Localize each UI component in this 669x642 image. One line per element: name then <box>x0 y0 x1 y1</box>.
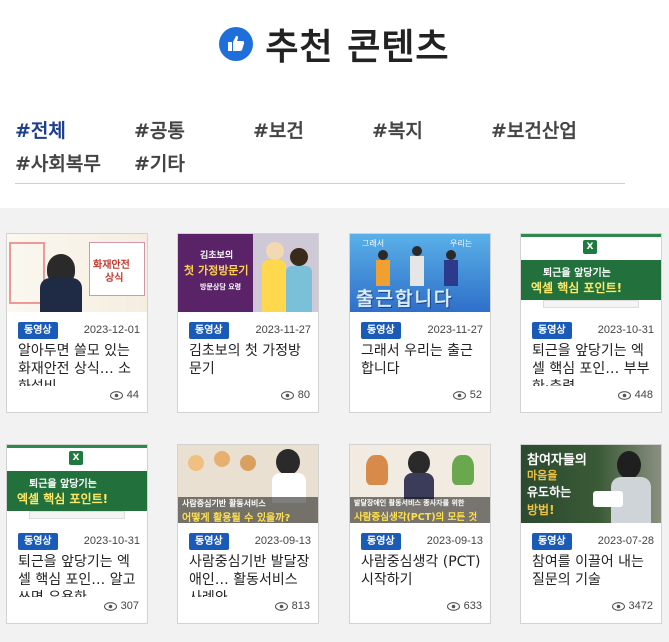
content-card[interactable]: 참여자들의 마음을 유도하는 방법! 동영상 2023-07-28 참여를 이끌… <box>520 444 662 624</box>
post-date: 2023-09-13 <box>426 535 483 547</box>
post-date: 2023-10-31 <box>83 535 140 547</box>
card-title: 김초보의 첫 가정방문기 <box>189 343 301 377</box>
content-type-badge: 동영상 <box>532 533 572 550</box>
card-title: 사람중심생각 (PCT) 시작하기 <box>361 554 481 588</box>
post-date: 2023-10-31 <box>597 324 654 336</box>
title-row: 추천 콘텐츠 <box>0 18 669 70</box>
video-thumbnail: 사람중심기반 활동서비스 어떻게 활용될 수 있을까? <box>178 445 318 523</box>
eye-icon <box>446 601 460 611</box>
post-date: 2023-11-27 <box>255 324 311 336</box>
view-count: 3472 <box>611 600 653 612</box>
video-thumbnail: 참여자들의 마음을 유도하는 방법! <box>521 445 661 523</box>
content-type-badge: 동영상 <box>18 533 58 550</box>
card-title: 알아두면 쓸모 있는 화재안전 상식… 소화설비 <box>18 343 132 386</box>
view-count: 52 <box>452 389 482 401</box>
content-card[interactable]: X 퇴근을 앞당기는 엑셀 핵심 포인트! 동영상 2023-10-31 퇴근을… <box>520 233 662 413</box>
video-thumbnail: 발달장애인 활동서비스 종사자를 위한 사람중심생각(PCT)의 모든 것 <box>350 445 490 523</box>
content-type-badge: 동영상 <box>361 533 401 550</box>
header-section: 추천 콘텐츠 #전체 #공통 #보건 #복지 #보건산업 #사회복무 #기타 <box>0 0 669 208</box>
view-count-value: 3472 <box>628 600 653 612</box>
thumbs-up-icon <box>219 27 254 61</box>
content-card[interactable]: 발달장애인 활동서비스 종사자를 위한 사람중심생각(PCT)의 모든 것 동영… <box>349 444 491 624</box>
content-card[interactable]: 사람중심기반 활동서비스 어떻게 활용될 수 있을까? 동영상 2023-09-… <box>177 444 319 624</box>
view-count: 633 <box>446 600 482 612</box>
divider <box>15 183 625 184</box>
video-thumbnail: X 퇴근을 앞당기는 엑셀 핵심 포인트! <box>7 445 147 523</box>
card-title: 퇴근을 앞당기는 엑셀 핵심 포인… 부부한·측렴 <box>532 343 650 386</box>
video-thumbnail: 김초보의 첫 가정방문기 방문상담 요령 <box>178 234 318 312</box>
content-card[interactable]: X 퇴근을 앞당기는 엑셀 핵심 포인트! 동영상 2023-10-31 퇴근을… <box>6 444 148 624</box>
view-count: 307 <box>103 600 139 612</box>
eye-icon <box>103 601 117 611</box>
view-count-value: 44 <box>126 389 139 401</box>
eye-icon <box>611 601 625 611</box>
content-type-badge: 동영상 <box>189 533 229 550</box>
view-count-value: 633 <box>463 600 482 612</box>
view-count-value: 80 <box>297 389 310 401</box>
eye-icon <box>274 601 288 611</box>
content-card[interactable]: 김초보의 첫 가정방문기 방문상담 요령 동영상 2023-11-27 김초보의… <box>177 233 319 413</box>
tag-all[interactable]: #전체 <box>15 116 66 143</box>
post-date: 2023-11-27 <box>427 324 483 336</box>
post-date: 2023-07-28 <box>597 535 654 547</box>
view-count-value: 813 <box>291 600 310 612</box>
eye-icon <box>452 390 466 400</box>
view-count: 44 <box>109 389 139 401</box>
card-title: 사람중심기반 발달장애인… 활동서비스 사례와 <box>189 554 310 597</box>
view-count: 448 <box>617 389 653 401</box>
card-title: 그래서 우리는 출근합니다 <box>361 343 473 377</box>
page-title: 추천 콘텐츠 <box>265 27 450 68</box>
view-count: 80 <box>280 389 310 401</box>
tag-social-service[interactable]: #사회복무 <box>15 149 101 176</box>
content-type-badge: 동영상 <box>532 322 572 339</box>
content-card[interactable]: 그래서 우리는 출근합니다 동영상 2023-11-27 그래서 우리는 출근합… <box>349 233 491 413</box>
content-type-badge: 동영상 <box>361 322 401 339</box>
eye-icon <box>617 390 631 400</box>
view-count-value: 448 <box>634 389 653 401</box>
content-type-badge: 동영상 <box>189 322 229 339</box>
card-title: 참여를 이끌어 내는 질문의 기술 <box>532 554 644 588</box>
card-title: 퇴근을 앞당기는 엑셀 핵심 포인… 알고 쓰면 유용한 <box>18 554 136 597</box>
tag-etc[interactable]: #기타 <box>134 149 185 176</box>
tag-health[interactable]: #보건 <box>253 116 304 143</box>
post-date: 2023-09-13 <box>254 535 311 547</box>
tag-health-industry[interactable]: #보건산업 <box>491 116 577 143</box>
tag-welfare[interactable]: #복지 <box>372 116 423 143</box>
view-count-value: 52 <box>469 389 482 401</box>
view-count-value: 307 <box>120 600 139 612</box>
content-type-badge: 동영상 <box>18 322 58 339</box>
tag-common[interactable]: #공통 <box>134 116 185 143</box>
eye-icon <box>280 390 294 400</box>
post-date: 2023-12-01 <box>83 324 140 336</box>
content-card[interactable]: 화재안전 상식 동영상 2023-12-01 알아두면 쓸모 있는 화재안전 상… <box>6 233 148 413</box>
view-count: 813 <box>274 600 310 612</box>
eye-icon <box>109 390 123 400</box>
video-thumbnail: X 퇴근을 앞당기는 엑셀 핵심 포인트! <box>521 234 661 312</box>
video-thumbnail: 화재안전 상식 <box>7 234 147 312</box>
video-thumbnail: 그래서 우리는 출근합니다 <box>350 234 490 312</box>
